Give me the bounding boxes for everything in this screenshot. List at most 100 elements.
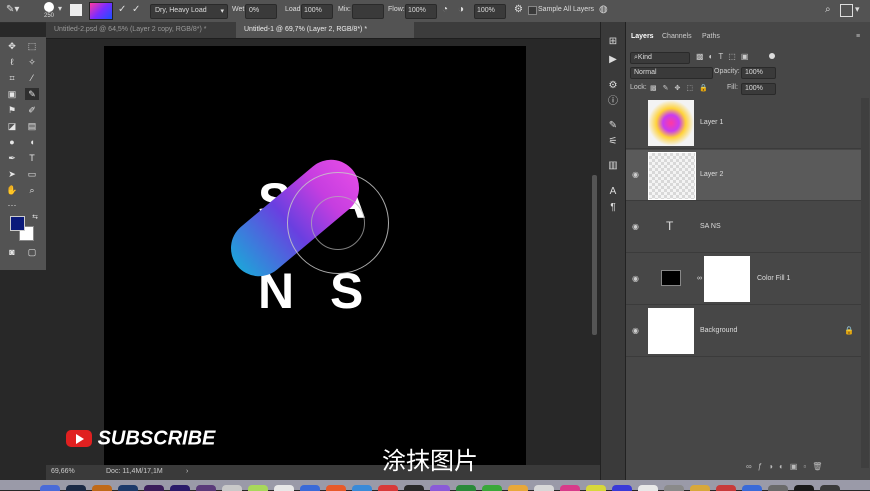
zoom-tool-icon[interactable]: ⌕ bbox=[25, 184, 39, 196]
filter-icons[interactable]: ▩◐T⬚▣ bbox=[696, 52, 753, 61]
screen-mode-icon[interactable]: ▢ bbox=[25, 246, 39, 258]
dock-app-icon[interactable] bbox=[456, 485, 476, 491]
dock-app-icon[interactable] bbox=[664, 485, 684, 491]
tab-channels[interactable]: Channels bbox=[662, 30, 692, 44]
dock-app-icon[interactable] bbox=[586, 485, 606, 491]
dock-app-icon[interactable] bbox=[40, 485, 60, 491]
eye-icon[interactable]: ◉ bbox=[632, 274, 641, 283]
character-icon[interactable]: A bbox=[607, 186, 619, 198]
layer-row-color-fill-1[interactable]: ◉ ∞ Color Fill 1 bbox=[626, 254, 861, 305]
dock-app-icon[interactable] bbox=[66, 485, 86, 491]
lasso-tool-icon[interactable]: ℓ bbox=[5, 56, 19, 68]
dock-app-icon[interactable] bbox=[222, 485, 242, 491]
crop-tool-icon[interactable]: ⌗ bbox=[5, 72, 19, 84]
dock-app-icon[interactable] bbox=[404, 485, 424, 491]
blend-mode-select[interactable]: Normal bbox=[630, 67, 713, 79]
lock-icons[interactable]: ▩✎✥⬚🔒 bbox=[650, 84, 714, 92]
gear-icon[interactable]: ⚙ bbox=[514, 4, 523, 15]
dock-app-icon[interactable] bbox=[92, 485, 112, 491]
gradient-tool-icon[interactable]: ▤ bbox=[25, 120, 39, 132]
mix-field[interactable] bbox=[352, 4, 384, 19]
quick-selection-icon[interactable]: ✧ bbox=[25, 56, 39, 68]
stamp-tool-icon[interactable]: ⚑ bbox=[5, 104, 19, 116]
dock-app-icon[interactable] bbox=[742, 485, 762, 491]
dock-app-icon[interactable] bbox=[482, 485, 502, 491]
dock-app-icon[interactable] bbox=[508, 485, 528, 491]
dock-app-icon[interactable] bbox=[170, 485, 190, 491]
sample-all-layers-checkbox[interactable] bbox=[528, 6, 537, 15]
clone-source-icon[interactable]: ▥ bbox=[607, 160, 619, 172]
rectangle-tool-icon[interactable]: ▭ bbox=[25, 168, 39, 180]
flow-field[interactable]: 100% bbox=[405, 4, 437, 19]
brush-preset-icon[interactable] bbox=[44, 2, 54, 12]
pen-tool-icon[interactable]: ✒ bbox=[5, 152, 19, 164]
panel-menu-icon[interactable]: ≡ bbox=[856, 30, 860, 44]
wet-field[interactable]: 0% bbox=[245, 4, 277, 19]
hand-tool-icon[interactable]: ✋ bbox=[5, 184, 19, 196]
dodge-tool-icon[interactable]: ◖ bbox=[25, 136, 39, 148]
brush-settings-icon[interactable]: ⚟ bbox=[607, 136, 619, 148]
current-color-swatch[interactable] bbox=[89, 2, 113, 20]
chevron-down-icon[interactable]: ▾ bbox=[855, 4, 860, 15]
clean-brush-icon[interactable]: ✓ bbox=[132, 4, 140, 15]
tab-paths[interactable]: Paths bbox=[702, 30, 720, 44]
airbrush-icon[interactable]: ◔ bbox=[442, 4, 448, 15]
play-icon[interactable]: ▶ bbox=[607, 54, 619, 66]
dock-app-icon[interactable] bbox=[274, 485, 294, 491]
zoom-level[interactable]: 69,66% bbox=[51, 468, 75, 475]
dock-app-icon[interactable] bbox=[118, 485, 138, 491]
blend-preset-select[interactable]: Dry, Heavy Load ▾ bbox=[150, 4, 228, 19]
history-brush-icon[interactable]: ✐ bbox=[25, 104, 39, 116]
dock-app-icon[interactable] bbox=[820, 485, 840, 491]
foreground-color-swatch[interactable] bbox=[10, 216, 25, 231]
path-selection-icon[interactable]: ➤ bbox=[5, 168, 19, 180]
adjust-icon[interactable]: ⚙ bbox=[607, 80, 619, 92]
subscribe-banner[interactable]: SUBSCRIBE bbox=[66, 427, 215, 450]
layer-actions[interactable]: ∞ƒ◑◐▣▫🗑 bbox=[746, 462, 828, 471]
brush-panel-icon[interactable] bbox=[70, 4, 82, 16]
dock-app-icon[interactable] bbox=[326, 485, 346, 491]
info-icon[interactable]: ⓘ bbox=[607, 96, 619, 108]
dock-app-icon[interactable] bbox=[248, 485, 268, 491]
brush-icon[interactable]: ✎ bbox=[607, 120, 619, 132]
layer-row-sa-ns[interactable]: ◉ T SA NS bbox=[626, 202, 861, 253]
chevron-right-icon[interactable]: › bbox=[186, 468, 188, 475]
load-field[interactable]: 100% bbox=[301, 4, 333, 19]
dock-app-icon[interactable] bbox=[300, 485, 320, 491]
vertical-scrollbar[interactable] bbox=[592, 175, 597, 335]
dock-app-icon[interactable] bbox=[560, 485, 580, 491]
pressure-icon[interactable]: ◍ bbox=[599, 4, 608, 15]
move-tool-icon[interactable]: ✥ bbox=[5, 40, 19, 52]
blur-tool-icon[interactable]: ● bbox=[5, 136, 19, 148]
more-tools-icon[interactable]: ··· bbox=[5, 199, 19, 211]
dock-app-icon[interactable] bbox=[430, 485, 450, 491]
eye-icon[interactable]: ◉ bbox=[632, 170, 641, 179]
layer-filter-select[interactable]: ⌕Kind bbox=[630, 52, 690, 64]
swap-colors-icon[interactable]: ⇆ bbox=[28, 212, 42, 224]
dock-app-icon[interactable] bbox=[378, 485, 398, 491]
workspace-icon[interactable] bbox=[840, 4, 853, 17]
mixer-brush-icon[interactable]: ✎▾ bbox=[6, 4, 19, 15]
tab-untitled-1[interactable]: Untitled-1 @ 69,7% (Layer 2, RGB/8*) * bbox=[236, 22, 414, 38]
type-tool-icon[interactable]: T bbox=[25, 152, 39, 164]
frame-tool-icon[interactable]: ▣ bbox=[5, 88, 19, 100]
opacity-field[interactable]: 100% bbox=[741, 67, 776, 79]
dock-app-icon[interactable] bbox=[768, 485, 788, 491]
eraser-tool-icon[interactable]: ◪ bbox=[5, 120, 19, 132]
dock-app-icon[interactable] bbox=[534, 485, 554, 491]
filter-toggle[interactable] bbox=[769, 53, 775, 59]
chevron-down-icon[interactable]: ▾ bbox=[58, 4, 62, 13]
dock-app-icon[interactable] bbox=[352, 485, 372, 491]
load-brush-icon[interactable]: ✓ bbox=[118, 4, 126, 15]
fill-field[interactable]: 100% bbox=[741, 83, 776, 95]
layer-row-layer-1[interactable]: Layer 1 bbox=[626, 98, 861, 149]
quick-mask-icon[interactable]: ◙ bbox=[5, 246, 19, 258]
dock-app-icon[interactable] bbox=[690, 485, 710, 491]
dock-app-icon[interactable] bbox=[638, 485, 658, 491]
marquee-tool-icon[interactable]: ⬚ bbox=[25, 40, 39, 52]
layer-row-layer-2[interactable]: ◉ Layer 2 bbox=[626, 150, 861, 201]
mixer-brush-tool-icon[interactable]: ✎ bbox=[25, 88, 39, 100]
dock-app-icon[interactable] bbox=[716, 485, 736, 491]
eyedropper-icon[interactable]: ⁄ bbox=[25, 72, 39, 84]
search-icon[interactable]: ⌕ bbox=[825, 4, 831, 15]
